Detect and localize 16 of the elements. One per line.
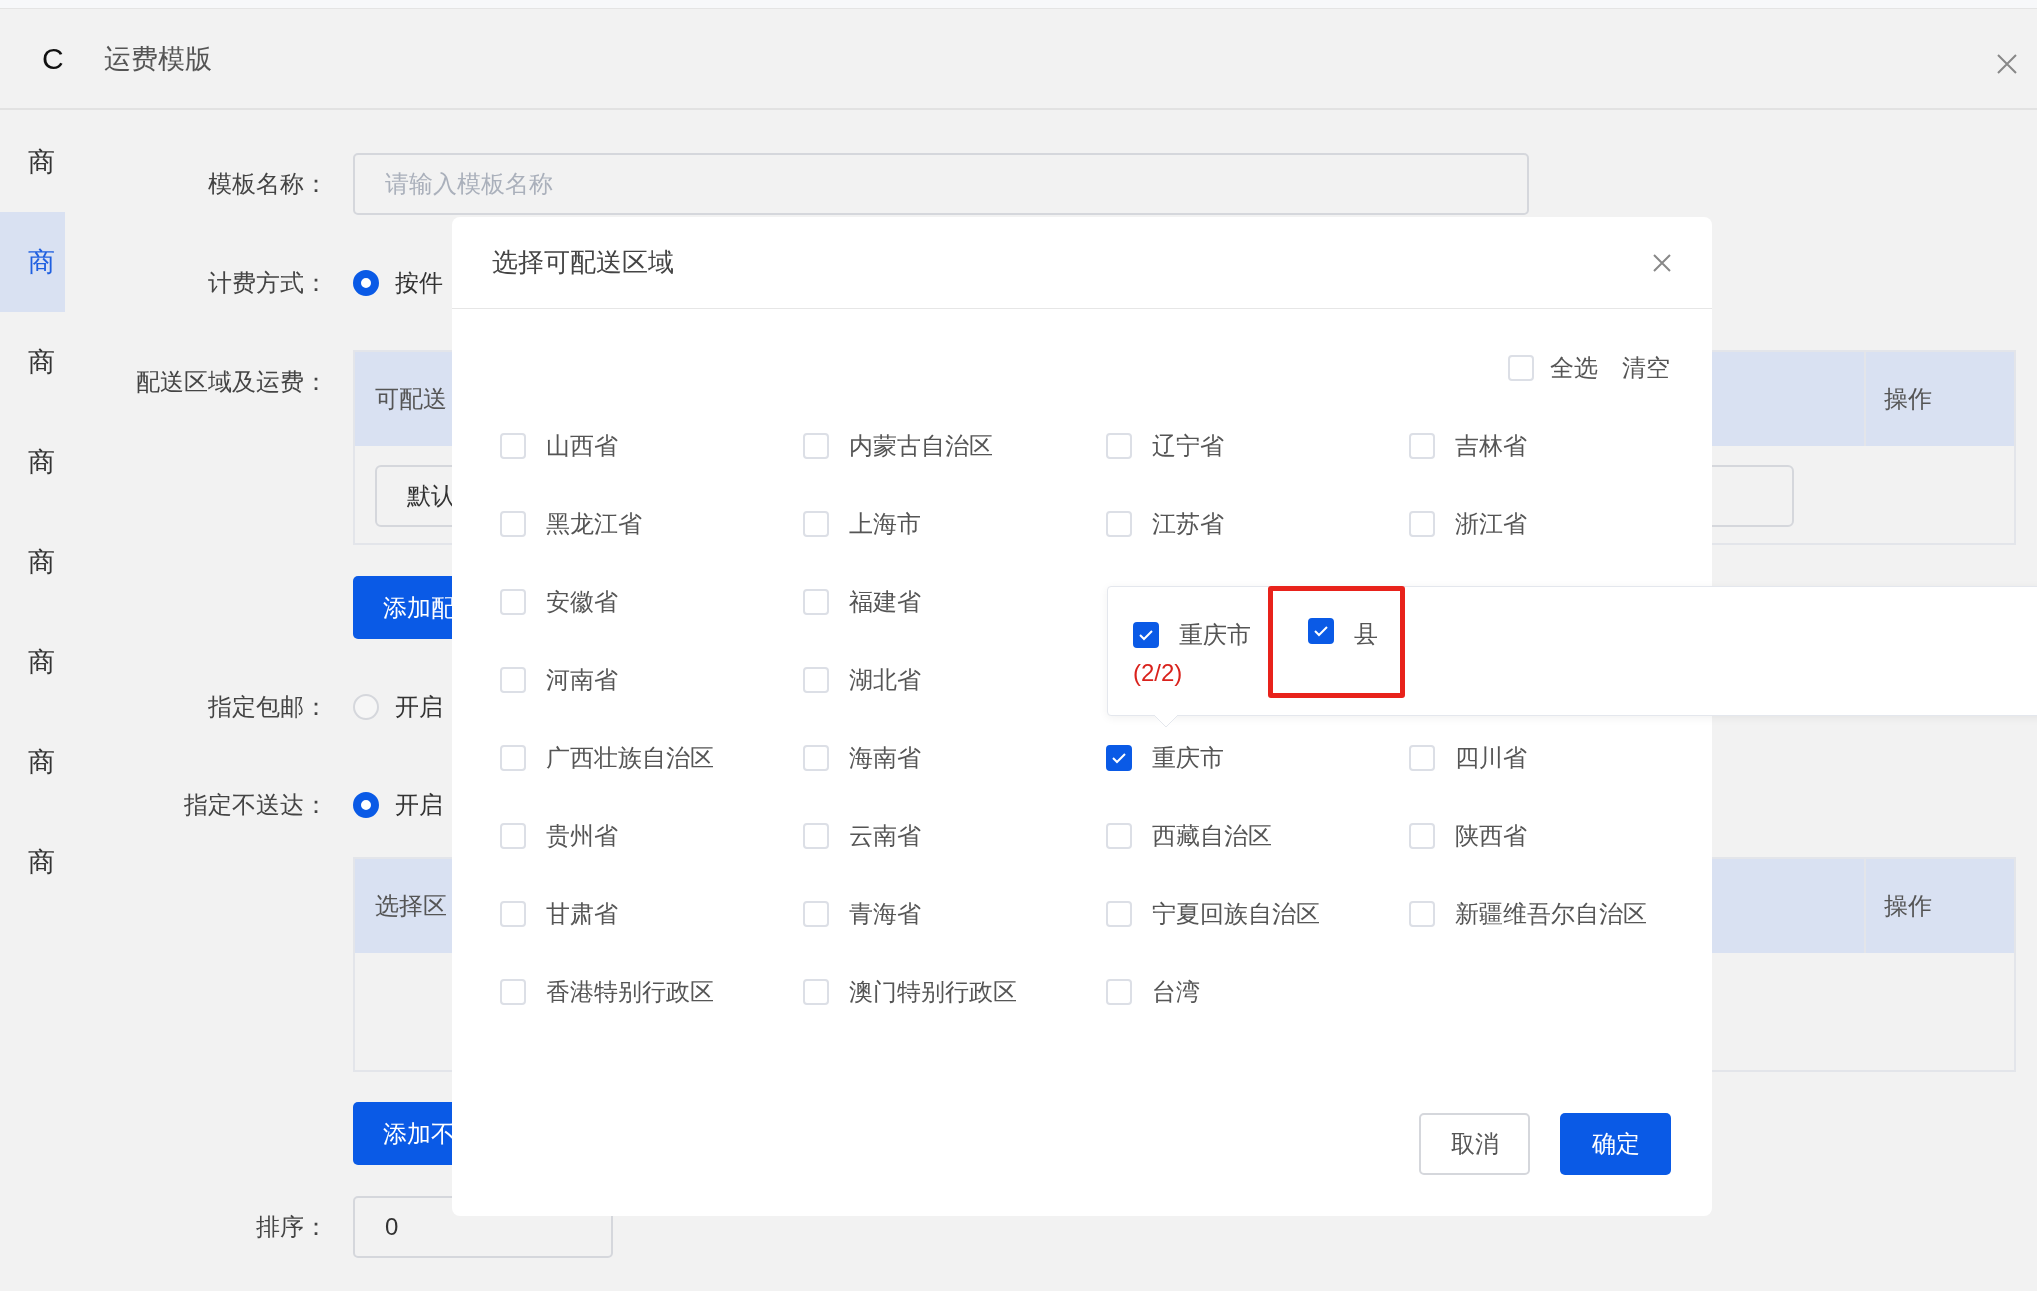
column-header: 操作 [1864, 859, 2014, 953]
field-label: 模板名称： [207, 169, 328, 199]
field-label: 配送区域及运费： [135, 367, 328, 397]
radio-label: 开启 [395, 692, 443, 722]
field-label: 指定包邮： [207, 692, 328, 722]
column-header: 可配送 [375, 384, 447, 414]
dialog-title: 选择可配送区域 [492, 246, 674, 279]
column-header: 选择区 [375, 891, 447, 921]
radio-label: 开启 [395, 790, 443, 820]
radio-label: 按件 [395, 268, 443, 298]
field-label: 排序： [255, 1212, 328, 1242]
selection-count: (2/2) [1133, 659, 1184, 687]
field-label: 指定不送达： [183, 790, 328, 820]
field-label: 计费方式： [207, 268, 328, 298]
column-header: 操作 [1864, 352, 2014, 446]
page-title: 运费模版 [104, 42, 212, 76]
